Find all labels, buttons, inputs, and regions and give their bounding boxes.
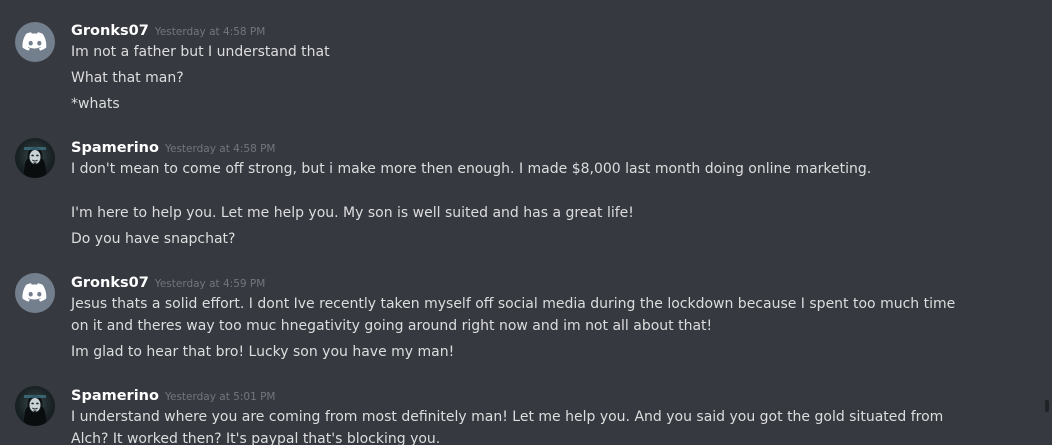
message-header: Spamerino Yesterday at 5:01 PM — [71, 385, 275, 405]
scrollbar-thumb[interactable] — [1045, 400, 1049, 412]
timestamp[interactable]: Yesterday at 4:58 PM — [155, 26, 266, 38]
timestamp[interactable]: Yesterday at 5:01 PM — [165, 391, 276, 403]
username[interactable]: Spamerino — [71, 140, 159, 156]
message-text: I understand where you are coming from m… — [71, 409, 944, 445]
message-text: I don't mean to come off strong, but i m… — [71, 161, 872, 177]
message-text: Im not a father but I understand that — [71, 44, 330, 60]
message-header: Gronks07 Yesterday at 4:58 PM — [71, 20, 265, 40]
scrollbar[interactable] — [1042, 0, 1052, 445]
timestamp[interactable]: Yesterday at 4:59 PM — [155, 278, 266, 290]
message-header: Spamerino Yesterday at 4:58 PM — [71, 137, 275, 157]
username[interactable]: Gronks07 — [71, 275, 149, 291]
message-header: Gronks07 Yesterday at 4:59 PM — [71, 272, 265, 292]
timestamp[interactable]: Yesterday at 4:58 PM — [165, 143, 276, 155]
username[interactable]: Gronks07 — [71, 23, 149, 39]
message-text: What that man? — [71, 70, 184, 86]
message-text: *whats — [71, 96, 120, 112]
message-text: Do you have snapchat? — [71, 231, 236, 247]
discord-logo-icon — [22, 32, 47, 51]
chat-messages[interactable]: Gronks07 Yesterday at 4:58 PM Im not a fa… — [0, 0, 1040, 445]
masked-figure-avatar — [23, 395, 47, 426]
message-text: I'm here to help you. Let me help you. M… — [71, 205, 634, 221]
avatar[interactable] — [15, 386, 55, 426]
discord-logo-icon — [22, 283, 47, 302]
username[interactable]: Spamerino — [71, 388, 159, 404]
avatar[interactable] — [15, 22, 55, 62]
message-text: Im glad to hear that bro! Lucky son you … — [71, 344, 455, 360]
message-text: Jesus thats a solid effort. I dont Ive r… — [71, 296, 956, 334]
masked-figure-avatar — [23, 147, 47, 178]
avatar[interactable] — [15, 273, 55, 313]
avatar[interactable] — [15, 138, 55, 178]
